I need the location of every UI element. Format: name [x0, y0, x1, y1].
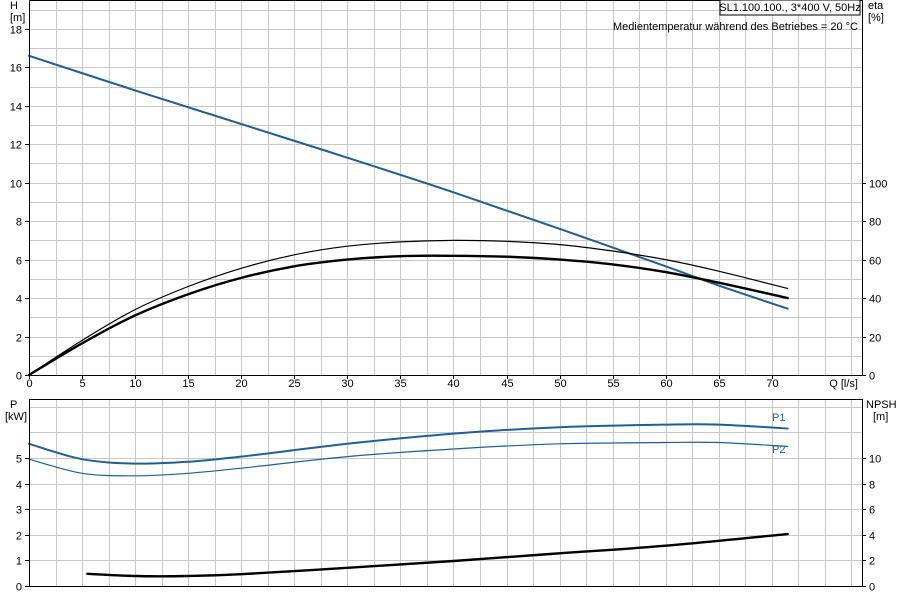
right-axis-tick-label: 10: [869, 454, 881, 466]
x-axis-tick-label: 10: [129, 378, 141, 390]
x-axis-tick-label: 40: [447, 378, 459, 390]
right-axis-tick-label: 100: [869, 179, 887, 191]
left-axis-tick-label: 4: [16, 480, 22, 492]
left-axis-tick-label: 10: [10, 179, 22, 191]
chart-canvas: 0246810121416180204060801000 5 10 15 20 25 30 3…: [0, 0, 900, 600]
left-axis-tick-label: 3: [16, 505, 22, 517]
model-label: SL1.100.100., 3*400 V, 50Hz: [719, 2, 861, 14]
head-axis-label: H: [10, 0, 18, 12]
left-axis-tick-label: 5: [16, 454, 22, 466]
x-axis-tick-label: 45: [501, 378, 513, 390]
x-axis-tick-label: 15: [182, 378, 194, 390]
left-axis-tick-label: 2: [16, 531, 22, 543]
x-axis-tick-label: 35: [394, 378, 406, 390]
left-axis-tick-label: 14: [10, 102, 22, 114]
left-axis-tick-label: 2: [16, 333, 22, 345]
right-axis-tick-label: 0: [869, 582, 875, 594]
left-axis-tick-label: 0: [16, 371, 22, 383]
npsh-axis-unit: [m]: [873, 411, 888, 423]
left-axis-tick-label: 6: [16, 256, 22, 268]
left-axis-tick-label: 18: [10, 25, 22, 37]
x-axis-tick-label: 60: [660, 378, 672, 390]
x-axis-tick-label: 70: [766, 378, 778, 390]
head-axis-unit: [m]: [10, 12, 25, 24]
power-axis-label: P: [10, 399, 17, 411]
power-axis-unit: [kW]: [5, 411, 27, 423]
temperature-note: Medientemperatur während des Betriebes =…: [613, 21, 858, 33]
right-axis-tick-label: 6: [869, 505, 875, 517]
x-axis-tick-label: 50: [554, 378, 566, 390]
right-axis-tick-label: 0: [869, 371, 875, 383]
left-axis-tick-label: 16: [10, 63, 22, 75]
efficiency-axis-unit: [%]: [868, 12, 884, 24]
x-axis-tick-label: 5: [79, 378, 85, 390]
right-axis-tick-label: 80: [869, 217, 881, 229]
left-axis-tick-label: 8: [16, 217, 22, 229]
efficiency-axis-label: eta: [868, 0, 884, 12]
series-label-p1: P1: [772, 412, 785, 424]
left-axis-tick-label: 4: [16, 294, 22, 306]
x-axis-tick-label: 55: [607, 378, 619, 390]
x-axis-tick-label: 25: [288, 378, 300, 390]
pump-performance-chart: 0 2 4 6 8 10 12 14 16 18 0 20 40 60 80 100 0 5 10 15 20 25 30 3…: [0, 0, 900, 600]
npsh-axis-label: NPSH: [866, 399, 897, 411]
right-axis-tick-label: 8: [869, 480, 875, 492]
left-axis-tick-label: 0: [16, 582, 22, 594]
x-axis-tick-label: 0: [26, 378, 32, 390]
series-label-p2: P2: [772, 444, 785, 456]
left-axis-tick-label: 1: [16, 556, 22, 568]
x-axis-tick-label: 65: [713, 378, 725, 390]
x-axis-tick-label: 30: [341, 378, 353, 390]
x-axis-tick-label: 20: [235, 378, 247, 390]
right-axis-tick-label: 60: [869, 256, 881, 268]
right-axis-tick-label: 2: [869, 556, 875, 568]
right-axis-tick-label: 20: [869, 333, 881, 345]
right-axis-tick-label: 40: [869, 294, 881, 306]
right-axis-tick-label: 4: [869, 531, 875, 543]
flow-axis-label: Q [l/s]: [829, 378, 858, 390]
left-axis-tick-label: 12: [10, 140, 22, 152]
